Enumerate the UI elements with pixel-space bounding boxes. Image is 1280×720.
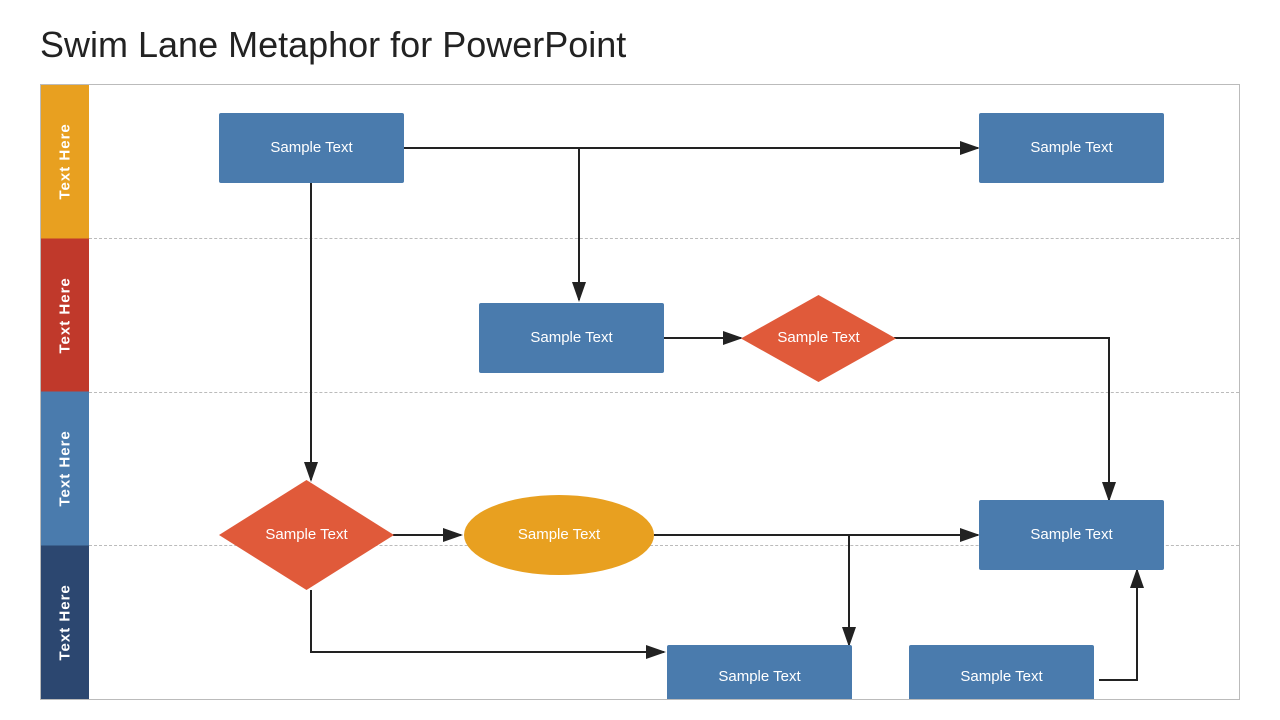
box-lane1-right: Sample Text	[979, 113, 1164, 183]
lane-row-2	[89, 238, 1239, 392]
diagram-container: Text Here Text Here Text Here Text Here	[40, 84, 1240, 700]
diagram-area: Sample Text Sample Text Sample Text Samp…	[89, 85, 1239, 699]
box-lane3-right: Sample Text	[979, 500, 1164, 570]
lane-label-4: Text Here	[41, 546, 89, 700]
lane-label-3: Text Here	[41, 392, 89, 546]
lane-label-2: Text Here	[41, 239, 89, 393]
ellipse-lane3: Sample Text	[464, 495, 654, 575]
box-lane2-center: Sample Text	[479, 303, 664, 373]
box-lane4-left: Sample Text	[667, 645, 852, 700]
diamond-lane3: Sample Text	[219, 480, 394, 590]
lanes-sidebar: Text Here Text Here Text Here Text Here	[41, 85, 89, 699]
box-lane4-right: Sample Text	[909, 645, 1094, 700]
page-title: Swim Lane Metaphor for PowerPoint	[40, 24, 1240, 66]
box-lane1-left: Sample Text	[219, 113, 404, 183]
lane-label-1: Text Here	[41, 85, 89, 239]
diamond-lane2: Sample Text	[741, 295, 896, 382]
